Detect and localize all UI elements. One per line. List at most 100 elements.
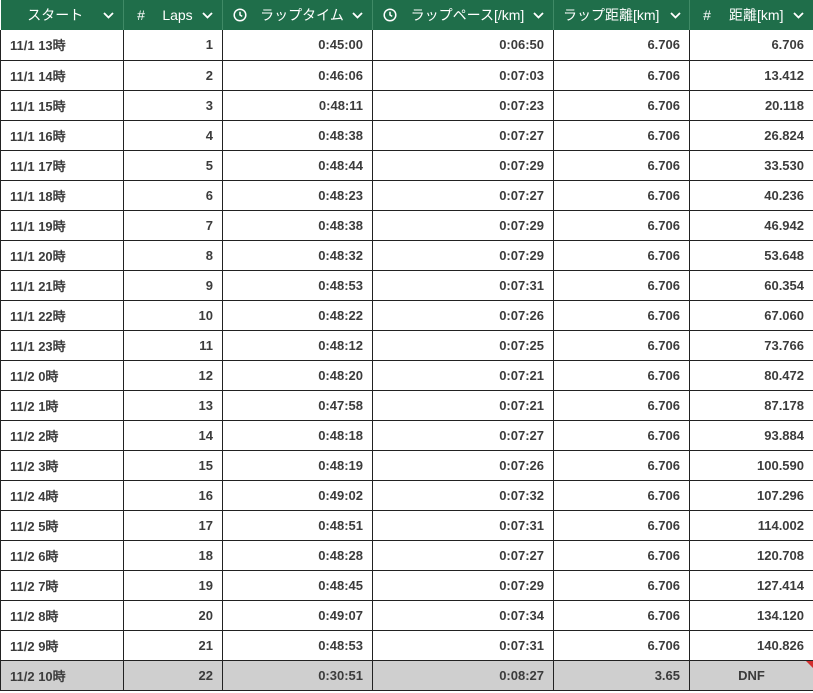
lap-distance-cell[interactable]: 6.706 <box>553 30 690 61</box>
distance-cell[interactable]: 114.002 <box>689 510 813 541</box>
laps-cell[interactable]: 2 <box>123 60 223 91</box>
distance-cell[interactable]: 100.590 <box>689 450 813 481</box>
distance-cell[interactable]: 140.826 <box>689 630 813 661</box>
start-cell[interactable]: 11/1 22時 <box>0 300 124 331</box>
lap-distance-cell[interactable]: 6.706 <box>553 210 690 241</box>
laps-cell[interactable]: 7 <box>123 210 223 241</box>
distance-cell[interactable]: 87.178 <box>689 390 813 421</box>
lap-time-cell[interactable]: 0:48:11 <box>222 90 373 121</box>
distance-cell[interactable]: 73.766 <box>689 330 813 361</box>
lap-pace-cell[interactable]: 0:07:27 <box>372 420 554 451</box>
laps-cell[interactable]: 15 <box>123 450 223 481</box>
distance-cell[interactable]: DNF <box>689 660 813 691</box>
lap-pace-cell[interactable]: 0:07:34 <box>372 600 554 631</box>
lap-distance-cell[interactable]: 6.706 <box>553 270 690 301</box>
distance-cell[interactable]: 26.824 <box>689 120 813 151</box>
distance-cell[interactable]: 60.354 <box>689 270 813 301</box>
start-cell[interactable]: 11/2 7時 <box>0 570 124 601</box>
lap-pace-cell[interactable]: 0:07:21 <box>372 390 554 421</box>
lap-time-cell[interactable]: 0:49:07 <box>222 600 373 631</box>
distance-cell[interactable]: 93.884 <box>689 420 813 451</box>
lap-time-cell[interactable]: 0:48:51 <box>222 510 373 541</box>
chevron-down-icon[interactable] <box>792 11 806 19</box>
laps-cell[interactable]: 11 <box>123 330 223 361</box>
lap-time-cell[interactable]: 0:48:22 <box>222 300 373 331</box>
lap-pace-cell[interactable]: 0:07:21 <box>372 360 554 391</box>
lap-distance-cell[interactable]: 6.706 <box>553 630 690 661</box>
lap-time-cell[interactable]: 0:48:23 <box>222 180 373 211</box>
lap-distance-cell[interactable]: 3.65 <box>553 660 690 691</box>
lap-pace-cell[interactable]: 0:07:27 <box>372 540 554 571</box>
start-cell[interactable]: 11/1 18時 <box>0 180 124 211</box>
distance-cell[interactable]: 40.236 <box>689 180 813 211</box>
start-cell[interactable]: 11/1 14時 <box>0 60 124 91</box>
lap-distance-cell[interactable]: 6.706 <box>553 600 690 631</box>
comment-flag-icon[interactable] <box>806 660 813 668</box>
lap-pace-cell[interactable]: 0:07:03 <box>372 60 554 91</box>
start-cell[interactable]: 11/2 3時 <box>0 450 124 481</box>
lap-pace-cell[interactable]: 0:07:23 <box>372 90 554 121</box>
lap-time-cell[interactable]: 0:48:38 <box>222 120 373 151</box>
lap-time-cell[interactable]: 0:48:18 <box>222 420 373 451</box>
lap-distance-cell[interactable]: 6.706 <box>553 330 690 361</box>
distance-cell[interactable]: 107.296 <box>689 480 813 511</box>
lap-time-cell[interactable]: 0:48:53 <box>222 630 373 661</box>
lap-pace-cell[interactable]: 0:07:31 <box>372 630 554 661</box>
distance-cell[interactable]: 134.120 <box>689 600 813 631</box>
lap-distance-cell[interactable]: 6.706 <box>553 510 690 541</box>
laps-cell[interactable]: 10 <box>123 300 223 331</box>
lap-pace-cell[interactable]: 0:07:31 <box>372 270 554 301</box>
laps-cell[interactable]: 9 <box>123 270 223 301</box>
start-cell[interactable]: 11/1 23時 <box>0 330 124 361</box>
distance-cell[interactable]: 33.530 <box>689 150 813 181</box>
laps-cell[interactable]: 1 <box>123 30 223 61</box>
column-header-distance[interactable]: # 距離[km] <box>689 0 813 30</box>
lap-distance-cell[interactable]: 6.706 <box>553 420 690 451</box>
start-cell[interactable]: 11/2 5時 <box>0 510 124 541</box>
start-cell[interactable]: 11/2 9時 <box>0 630 124 661</box>
laps-cell[interactable]: 18 <box>123 540 223 571</box>
laps-cell[interactable]: 3 <box>123 90 223 121</box>
chevron-down-icon[interactable] <box>531 11 545 19</box>
start-cell[interactable]: 11/2 2時 <box>0 420 124 451</box>
lap-distance-cell[interactable]: 6.706 <box>553 450 690 481</box>
laps-cell[interactable]: 17 <box>123 510 223 541</box>
lap-time-cell[interactable]: 0:47:58 <box>222 390 373 421</box>
lap-pace-cell[interactable]: 0:07:26 <box>372 300 554 331</box>
lap-time-cell[interactable]: 0:48:12 <box>222 330 373 361</box>
start-cell[interactable]: 11/1 20時 <box>0 240 124 271</box>
lap-distance-cell[interactable]: 6.706 <box>553 390 690 421</box>
lap-time-cell[interactable]: 0:46:06 <box>222 60 373 91</box>
lap-distance-cell[interactable]: 6.706 <box>553 180 690 211</box>
distance-cell[interactable]: 120.708 <box>689 540 813 571</box>
lap-pace-cell[interactable]: 0:07:31 <box>372 510 554 541</box>
lap-pace-cell[interactable]: 0:07:32 <box>372 480 554 511</box>
distance-cell[interactable]: 46.942 <box>689 210 813 241</box>
laps-cell[interactable]: 19 <box>123 570 223 601</box>
laps-cell[interactable]: 22 <box>123 660 223 691</box>
start-cell[interactable]: 11/2 6時 <box>0 540 124 571</box>
start-cell[interactable]: 11/2 0時 <box>0 360 124 391</box>
laps-cell[interactable]: 21 <box>123 630 223 661</box>
lap-time-cell[interactable]: 0:48:45 <box>222 570 373 601</box>
chevron-down-icon[interactable] <box>350 11 364 19</box>
laps-cell[interactable]: 20 <box>123 600 223 631</box>
lap-time-cell[interactable]: 0:48:20 <box>222 360 373 391</box>
lap-pace-cell[interactable]: 0:07:27 <box>372 120 554 151</box>
lap-distance-cell[interactable]: 6.706 <box>553 240 690 271</box>
lap-pace-cell[interactable]: 0:07:27 <box>372 180 554 211</box>
chevron-down-icon[interactable] <box>200 11 214 19</box>
lap-time-cell[interactable]: 0:30:51 <box>222 660 373 691</box>
column-header-laps[interactable]: # Laps <box>123 0 223 30</box>
lap-pace-cell[interactable]: 0:07:25 <box>372 330 554 361</box>
laps-cell[interactable]: 13 <box>123 390 223 421</box>
chevron-down-icon[interactable] <box>101 11 115 19</box>
lap-time-cell[interactable]: 0:49:02 <box>222 480 373 511</box>
start-cell[interactable]: 11/2 4時 <box>0 480 124 511</box>
lap-time-cell[interactable]: 0:48:19 <box>222 450 373 481</box>
start-cell[interactable]: 11/2 10時 <box>0 660 124 691</box>
start-cell[interactable]: 11/1 13時 <box>0 30 124 61</box>
start-cell[interactable]: 11/2 8時 <box>0 600 124 631</box>
column-header-lap-time[interactable]: ラップタイム <box>222 0 373 30</box>
laps-cell[interactable]: 8 <box>123 240 223 271</box>
